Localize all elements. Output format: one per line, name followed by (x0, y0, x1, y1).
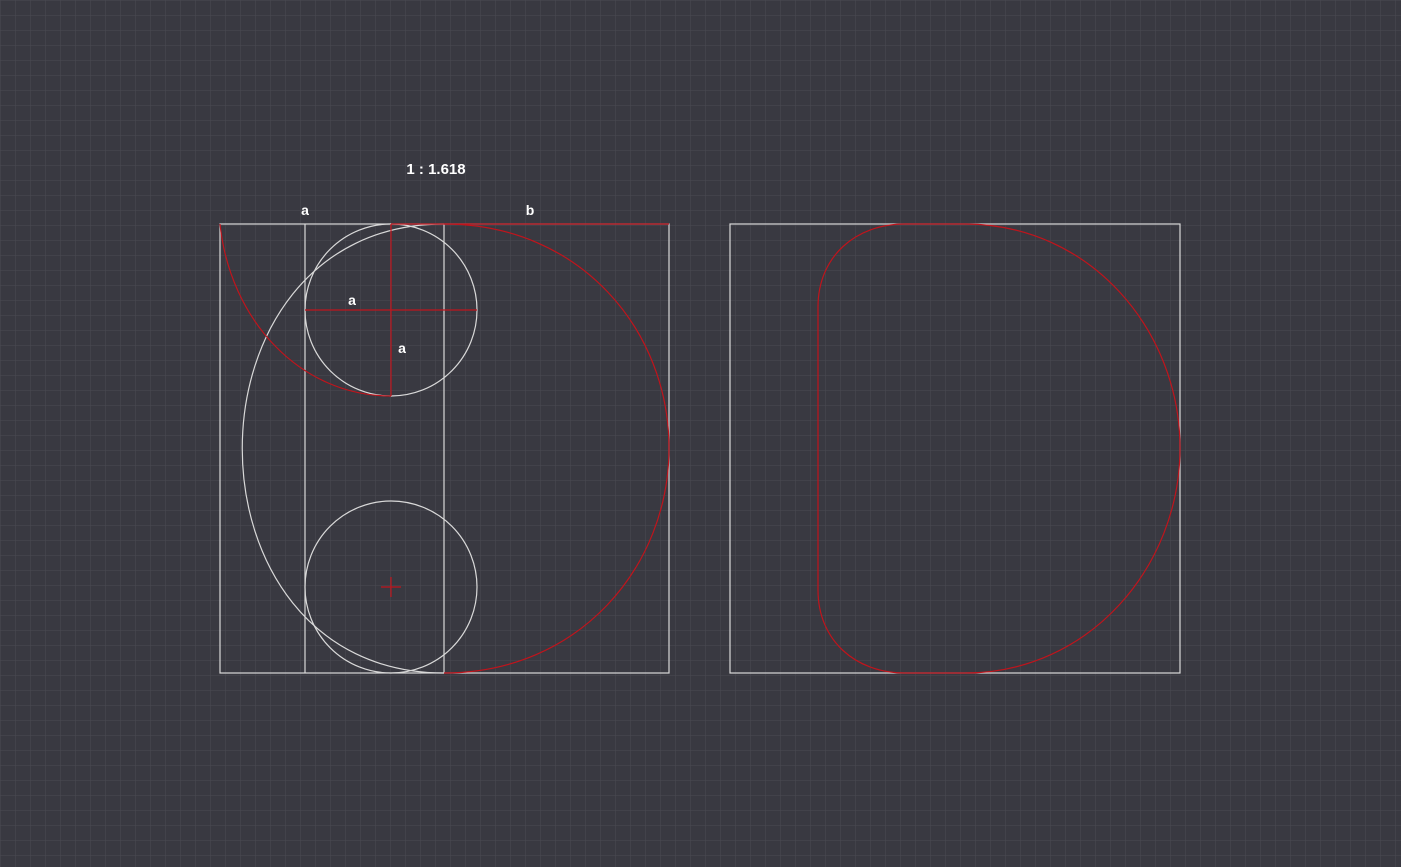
label-a-top: a (301, 202, 309, 218)
background-grid (0, 0, 1401, 867)
golden-ratio-construction-diagram: 1 : 1.618 a b a a (0, 0, 1401, 867)
label-a-horizontal: a (348, 292, 356, 308)
label-a-vertical: a (398, 340, 406, 356)
ratio-label: 1 : 1.618 (406, 161, 465, 178)
label-b-top: b (526, 202, 535, 218)
